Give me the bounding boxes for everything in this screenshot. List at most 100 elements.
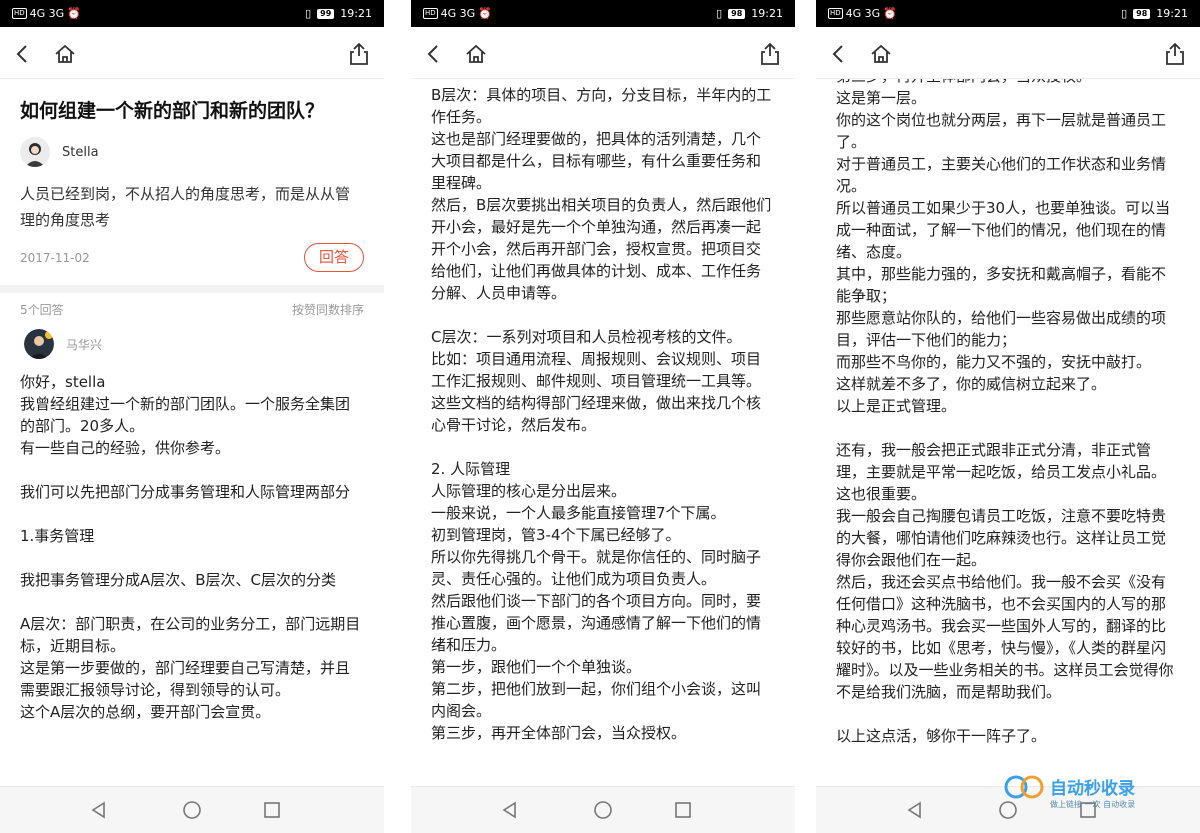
- answer-paragraph: A层次：部门职责，在公司的业务分工，部门远期目标，近期目标。: [20, 615, 361, 655]
- answer-body: 你好，stella 我曾经组建过一个新的部门团队。一个服务全集团的部门。20多人…: [0, 371, 384, 723]
- status-bar: HD 4G 3G ⏰ ▯ 98 19:21: [411, 0, 795, 27]
- status-right: ▯ 98 19:21: [716, 7, 783, 20]
- app-toolbar: [0, 27, 384, 79]
- answer-paragraph: 一般来说，一个人最多能直接管理7个下属。: [431, 504, 726, 522]
- question-meta: 2017-11-02 回答: [20, 241, 364, 275]
- back-arrow-icon[interactable]: [826, 41, 852, 67]
- answer-paragraph: 以上这点活，够你干一阵子了。: [836, 727, 1047, 745]
- phone-screen-2: HD 4G 3G ⏰ ▯ 98 19:21 B层次：具体的项目、方向，分支目标，…: [411, 0, 795, 833]
- sort-by-likes[interactable]: 按赞同数排序: [292, 301, 364, 318]
- nav-home-icon[interactable]: [181, 799, 203, 821]
- network-label: 4G 3G: [440, 7, 476, 20]
- back-arrow-icon[interactable]: [10, 41, 36, 67]
- answer-paragraph: 然后，B层次要挑出相关项目的负责人，然后跟他们开小会，最好是先一个个单独沟通，然…: [431, 196, 772, 302]
- answer-paragraph: 对于普通员工，主要关心他们的工作状态和业务情况。: [836, 155, 1167, 195]
- question-card: 如何组建一个新的部门和新的团队？ Stella 人员已经到岗，不从招人的角度思考…: [0, 79, 384, 285]
- alarm-icon: ⏰: [883, 7, 897, 20]
- answer-paragraph: [20, 547, 364, 569]
- network-label: 4G 3G: [29, 7, 65, 20]
- answerer-name[interactable]: 马华兴: [66, 336, 102, 353]
- answer-paragraph: 你的这个岗位也就分两层，再下一层就是普通员工了。: [836, 111, 1167, 151]
- answer-paragraph: 第一步，跟他们一个个单独谈。: [431, 658, 642, 676]
- author-avatar[interactable]: [20, 137, 50, 167]
- signal-indicators: HD 4G 3G ⏰: [828, 7, 897, 20]
- phone-screen-1: HD 4G 3G ⏰ ▯ 99 19:21 如何组建一个新的部门和新的团队？ S…: [0, 0, 384, 833]
- answer-paragraph: 这是第一步要做的，部门经理要自己写清楚，并且需要跟汇报领导讨论，得到领导的认可。: [20, 659, 351, 699]
- section-divider: [0, 285, 384, 293]
- answer-paragraph: 这是第一层。: [836, 89, 927, 107]
- share-icon[interactable]: [1162, 41, 1188, 67]
- answer-paragraph: 2. 人际管理: [431, 460, 511, 478]
- home-icon[interactable]: [463, 41, 489, 67]
- answer-paragraph: 这样就差不多了，你的威信树立起来了。: [836, 375, 1107, 393]
- answer-paragraph: 有一些自己的经验，供你参考。: [20, 439, 231, 457]
- answer-paragraph: 所以普通员工如果少于30人，也要单独谈。可以当成一种面试，了解一下他们的情况，他…: [836, 199, 1171, 261]
- home-icon[interactable]: [868, 41, 894, 67]
- answer-paragraph: 1.事务管理: [20, 527, 95, 545]
- hd-icon: HD: [12, 8, 27, 19]
- share-icon[interactable]: [757, 41, 783, 67]
- answer-paragraph: 第三步，再开全体部门会，当众授权。: [431, 724, 687, 742]
- nav-back-icon[interactable]: [88, 799, 110, 821]
- page-content: 第三步，再开全体部门会，当众授权。 这是第一层。 你的这个岗位也就分两层，再下一…: [816, 79, 1200, 786]
- signal-indicators: HD 4G 3G ⏰: [423, 7, 492, 20]
- question-author[interactable]: Stella: [20, 137, 364, 167]
- page-content: B层次：具体的项目、方向，分支目标，半年内的工作任务。 这也是部门经理要做的，把…: [411, 79, 795, 786]
- answer-paragraph: 然后，我还会买点书给他们。我一般不会买《没有任何借口》这种洗脑书，也不会买国内的…: [836, 573, 1174, 701]
- answerer-row[interactable]: 马华兴: [0, 323, 384, 359]
- answer-paragraph: 其中，那些能力强的，多安抚和戴高帽子，看能不能争取；: [836, 265, 1167, 305]
- watermark-logo: 自动秒收录 做上链接 一次 自动收录: [1004, 775, 1135, 809]
- battery-level: 99: [317, 8, 335, 19]
- answer-body: 第三步，再开全体部门会，当众授权。 这是第一层。 你的这个岗位也就分两层，再下一…: [816, 79, 1200, 747]
- alarm-icon: ⏰: [478, 7, 492, 20]
- answer-paragraph: 而那些不鸟你的，能力又不强的，安抚中敲打。: [836, 353, 1152, 371]
- nav-home-icon[interactable]: [592, 799, 614, 821]
- vibrate-icon: ▯: [305, 7, 312, 20]
- alarm-icon: ⏰: [67, 7, 81, 20]
- system-nav-bar: [411, 786, 795, 833]
- answer-paragraph: 我把事务管理分成A层次、B层次、C层次的分类: [20, 571, 337, 589]
- screenshot-collage: HD 4G 3G ⏰ ▯ 99 19:21 如何组建一个新的部门和新的团队？ S…: [0, 0, 1200, 833]
- nav-recents-icon[interactable]: [261, 799, 283, 821]
- network-label: 4G 3G: [845, 7, 881, 20]
- home-icon[interactable]: [52, 41, 78, 67]
- answer-paragraph: [836, 703, 1180, 725]
- nav-back-icon[interactable]: [904, 799, 926, 821]
- answer-paragraph: 这也是部门经理要做的，把具体的活列清楚，几个大项目都是什么，目标有哪些，有什么重…: [431, 130, 762, 192]
- answers-header: 5个回答 按赞同数排序: [0, 293, 384, 323]
- answer-paragraph: 我一般会自己掏腰包请员工吃饭，注意不要吃特贵的大餐，哪怕请他们吃麻辣烫也行。这样…: [836, 507, 1167, 569]
- page-content: 如何组建一个新的部门和新的团队？ Stella 人员已经到岗，不从招人的角度思考…: [0, 79, 384, 786]
- answer-paragraph: 我曾经组建过一个新的部门团队。一个服务全集团的部门。20多人。: [20, 395, 351, 435]
- share-icon[interactable]: [346, 41, 372, 67]
- answer-paragraph: C层次：一系列对项目和人员检视考核的文件。: [431, 328, 742, 346]
- answer-paragraph: 人际管理的核心是分出层来。: [431, 482, 627, 500]
- answer-paragraph: 比如：项目通用流程、周报规则、会议规则、项目工作汇报规则、邮件规则、项目管理统一…: [431, 350, 762, 390]
- author-name[interactable]: Stella: [62, 145, 99, 160]
- answer-paragraph: 还有，我一般会把正式跟非正式分清，非正式管理，主要就是平常一起吃饭，给员工发点小…: [836, 441, 1167, 503]
- answer-button[interactable]: 回答: [304, 243, 364, 272]
- hd-icon: HD: [828, 8, 843, 19]
- answer-paragraph: [836, 417, 1180, 439]
- answer-paragraph: 那些愿意站你队的，给他们一些容易做出成绩的项目，评估一下他们的能力；: [836, 309, 1167, 349]
- vibrate-icon: ▯: [716, 7, 723, 20]
- nav-back-icon[interactable]: [499, 799, 521, 821]
- answer-count: 5个回答: [20, 303, 64, 317]
- answerer-avatar[interactable]: [24, 329, 54, 359]
- phone-screen-3: HD 4G 3G ⏰ ▯ 98 19:21 第三步，再开全体部门会，当众授权。 …: [816, 0, 1200, 833]
- answer-paragraph: [20, 459, 364, 481]
- nav-recents-icon[interactable]: [672, 799, 694, 821]
- back-arrow-icon[interactable]: [421, 41, 447, 67]
- answer-paragraph: 第二步，把他们放到一起，你们组个小会谈，这叫内阁会。: [431, 680, 762, 720]
- watermark-title: 自动秒收录: [1050, 778, 1135, 799]
- answer-paragraph: 以上是正式管理。: [836, 397, 957, 415]
- answer-paragraph: 所以你先得挑几个骨干。就是你信任的、同时脑子灵、责任心强的。让他们成为项目负责人…: [431, 548, 762, 588]
- signal-indicators: HD 4G 3G ⏰: [12, 7, 81, 20]
- answer-paragraph: 你好，stella: [20, 373, 106, 391]
- answer-paragraph: [431, 304, 775, 326]
- system-nav-bar: [0, 786, 384, 833]
- status-time: 19:21: [1156, 7, 1188, 20]
- battery-level: 98: [728, 8, 746, 19]
- answer-paragraph: B层次：具体的项目、方向，分支目标，半年内的工作任务。: [431, 86, 772, 126]
- answer-paragraph: 我们可以先把部门分成事务管理和人际管理两部分: [20, 483, 351, 501]
- status-bar: HD 4G 3G ⏰ ▯ 99 19:21: [0, 0, 384, 27]
